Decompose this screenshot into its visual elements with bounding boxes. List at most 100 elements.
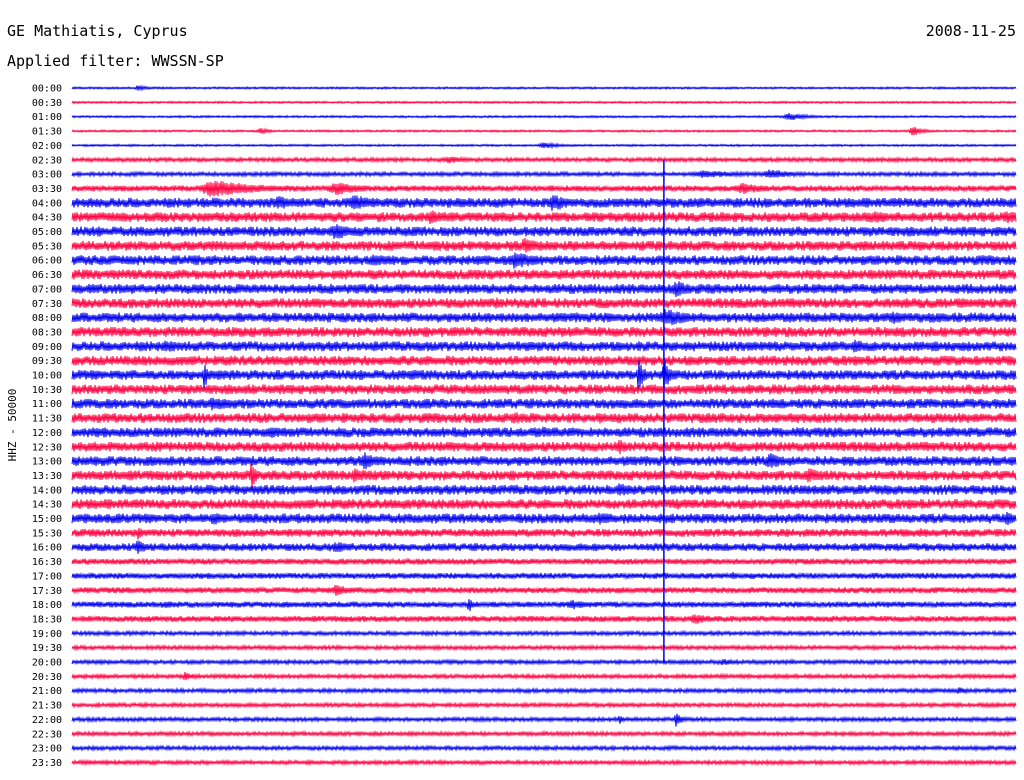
helicorder-chart: GE Mathiatis, Cyprus 2008-11-25 Applied … [6,22,1017,769]
hour-tick-1200: 12:00 [32,428,62,439]
hour-tick-1800: 18:00 [32,600,62,611]
hour-tick-2100: 21:00 [32,686,62,697]
hour-tick-0200: 02:00 [32,141,62,152]
hour-tick-1330: 13:30 [32,471,62,482]
trace-line-0600 [71,252,1017,269]
trace-line-1930 [71,643,1017,652]
hour-tick-0700: 07:00 [32,284,62,295]
trace-line-1700 [71,571,1017,581]
trace-line-1030 [71,384,1017,395]
trace-line-0300 [71,169,1017,179]
filter-label: Applied filter: WWSSN-SP [7,52,224,70]
date-label: 2008-11-25 [926,22,1016,40]
trace-line-0730 [71,297,1017,309]
hour-tick-0730: 07:30 [32,299,62,310]
trace-line-1230 [71,440,1017,455]
hour-tick-0100: 01:00 [32,112,62,123]
trace-line-0700 [71,281,1017,298]
trace-line-1200 [71,426,1017,438]
hour-tick-0830: 08:30 [32,327,62,338]
hour-tick-0600: 06:00 [32,256,62,267]
trace-line-1330 [71,464,1017,489]
hour-tick-2130: 21:30 [32,701,62,712]
hour-tick-labels: 00:00 00:30 01:00 01:30 02:00 02:30 03:00 03:30… [32,84,62,769]
hour-tick-0400: 04:00 [32,198,62,209]
trace-line-1630 [71,557,1017,566]
hour-tick-0000: 00:00 [32,84,62,95]
hour-tick-1100: 11:00 [32,399,62,410]
trace-line-1600 [71,540,1017,554]
trace-line-0130 [71,126,1017,136]
trace-line-2030 [71,672,1017,681]
hour-tick-0630: 06:30 [32,270,62,281]
hour-tick-0030: 00:30 [32,98,62,109]
hour-tick-1430: 14:30 [32,500,62,511]
hour-tick-0900: 09:00 [32,342,62,353]
hour-tick-1230: 12:30 [32,442,62,453]
hour-tick-1900: 19:00 [32,629,62,640]
trace-line-0400 [71,195,1017,211]
hour-tick-1000: 10:00 [32,371,62,382]
trace-line-0930 [71,355,1017,366]
hour-tick-1700: 17:00 [32,571,62,582]
trace-line-0830 [71,326,1017,337]
trace-line-0900 [71,339,1017,353]
hour-tick-0430: 04:30 [32,213,62,224]
trace-line-2100 [71,686,1017,695]
hour-tick-1830: 18:30 [32,614,62,625]
trace-line-1130 [71,412,1017,424]
trace-line-1500 [71,511,1017,526]
trace-line-0530 [71,237,1017,253]
trace-line-0200 [71,141,1017,150]
hour-tick-0130: 01:30 [32,127,62,138]
trace-line-0100 [71,112,1017,121]
hour-tick-0930: 09:30 [32,356,62,367]
hour-tick-1600: 16:00 [32,543,62,554]
hour-tick-0230: 02:30 [32,155,62,166]
hour-tick-2030: 20:30 [32,672,62,683]
hour-tick-1400: 14:00 [32,485,62,496]
hour-tick-2330: 23:30 [32,758,62,769]
trace-line-0630 [71,269,1017,280]
trace-line-1830 [71,614,1017,624]
hour-tick-1730: 17:30 [32,586,62,597]
trace-line-0030 [71,100,1017,105]
hour-tick-1530: 15:30 [32,528,62,539]
trace-line-0430 [71,210,1017,225]
hour-tick-2200: 22:00 [32,715,62,726]
hour-tick-2000: 20:00 [32,658,62,669]
trace-line-2330 [71,758,1017,767]
trace-group [71,84,1017,767]
hour-tick-1300: 13:00 [32,457,62,468]
y-axis-label: HHZ - 50000 [6,389,19,462]
trace-line-1800 [71,599,1017,612]
hour-tick-0300: 03:00 [32,170,62,181]
hour-tick-1630: 16:30 [32,557,62,568]
hour-tick-1500: 15:00 [32,514,62,525]
hour-tick-1030: 10:30 [32,385,62,396]
trace-line-1730 [71,584,1017,597]
trace-line-2130 [71,701,1017,709]
trace-line-1900 [71,629,1017,638]
trace-line-0230 [71,155,1017,164]
hour-tick-1930: 19:30 [32,643,62,654]
trace-line-0000 [71,84,1017,92]
trace-line-2300 [71,744,1017,753]
hour-tick-0500: 05:00 [32,227,62,238]
hour-tick-0800: 08:00 [32,313,62,324]
trace-line-0500 [71,224,1017,239]
trace-line-2000 [71,658,1017,666]
trace-line-0800 [71,309,1017,326]
station-title: GE Mathiatis, Cyprus [7,22,188,40]
trace-line-1300 [71,452,1017,470]
trace-line-1530 [71,527,1017,540]
hour-tick-1130: 11:30 [32,414,62,425]
hour-tick-0530: 05:30 [32,241,62,252]
hour-tick-2300: 23:00 [32,744,62,755]
trace-line-2230 [71,729,1017,738]
trace-line-1400 [71,483,1017,496]
trace-line-0330 [71,180,1017,197]
trace-line-1430 [71,499,1017,510]
trace-line-2200 [71,713,1017,727]
hour-tick-0330: 03:30 [32,184,62,195]
